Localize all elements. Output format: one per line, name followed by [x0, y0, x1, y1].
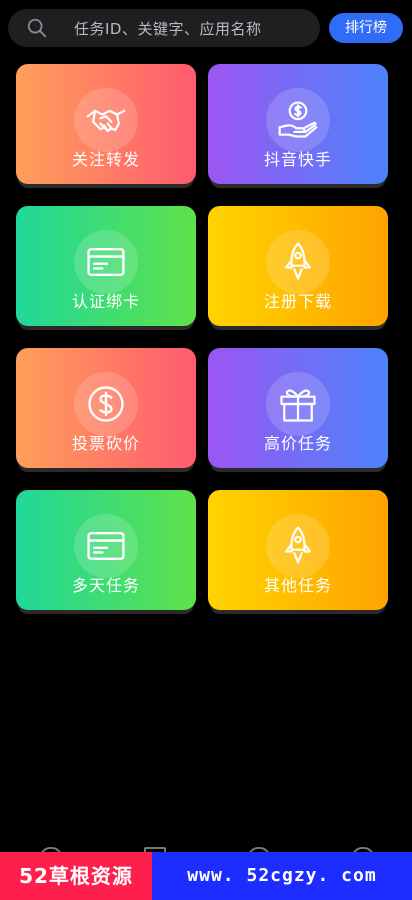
card-label: 投票砍价 — [71, 434, 140, 453]
card-icon-halo — [74, 230, 138, 294]
card-label: 高价任务 — [263, 434, 332, 453]
card-label: 注册下载 — [263, 292, 332, 311]
watermark-url: www. 52cgzy. com — [152, 852, 412, 900]
card-icon-halo — [266, 230, 330, 294]
dollar-icon — [88, 386, 124, 422]
watermark-banner: 52草根资源 www. 52cgzy. com — [0, 852, 412, 900]
card-other-task[interactable]: 其他任务 — [208, 490, 388, 610]
card-icon — [87, 247, 125, 277]
watermark-brand: 52草根资源 — [0, 852, 152, 900]
card-icon-halo — [74, 88, 138, 152]
card-label: 抖音快手 — [263, 150, 332, 169]
card-label: 其他任务 — [263, 576, 332, 595]
card-icon-halo — [266, 372, 330, 436]
card-follow-forward[interactable]: 关注转发 — [16, 64, 196, 184]
card-icon-halo — [74, 372, 138, 436]
rocket-icon — [284, 242, 312, 280]
top-bar: 任务ID、关键字、应用名称 排行榜 — [0, 0, 412, 56]
card-vote-bargain[interactable]: 投票砍价 — [16, 348, 196, 468]
card-icon — [87, 531, 125, 561]
rocket-icon — [284, 526, 312, 564]
hand-coin-icon — [278, 101, 318, 138]
card-icon-halo — [266, 88, 330, 152]
search-bar[interactable]: 任务ID、关键字、应用名称 — [8, 9, 320, 47]
search-placeholder: 任务ID、关键字、应用名称 — [74, 19, 262, 38]
card-icon-halo — [266, 514, 330, 578]
card-label: 关注转发 — [71, 150, 140, 169]
card-label: 认证绑卡 — [71, 292, 140, 311]
handshake-icon — [86, 109, 126, 133]
search-icon — [27, 18, 47, 38]
card-label: 多天任务 — [71, 576, 140, 595]
card-register-download[interactable]: 注册下载 — [208, 206, 388, 326]
card-verify-bind-card[interactable]: 认证绑卡 — [16, 206, 196, 326]
card-multi-day-task[interactable]: 多天任务 — [16, 490, 196, 610]
card-high-price-task[interactable]: 高价任务 — [208, 348, 388, 468]
gift-icon — [280, 389, 316, 422]
card-douyin-kuaishou[interactable]: 抖音快手 — [208, 64, 388, 184]
card-icon-halo — [74, 514, 138, 578]
ranking-button[interactable]: 排行榜 — [329, 13, 403, 43]
